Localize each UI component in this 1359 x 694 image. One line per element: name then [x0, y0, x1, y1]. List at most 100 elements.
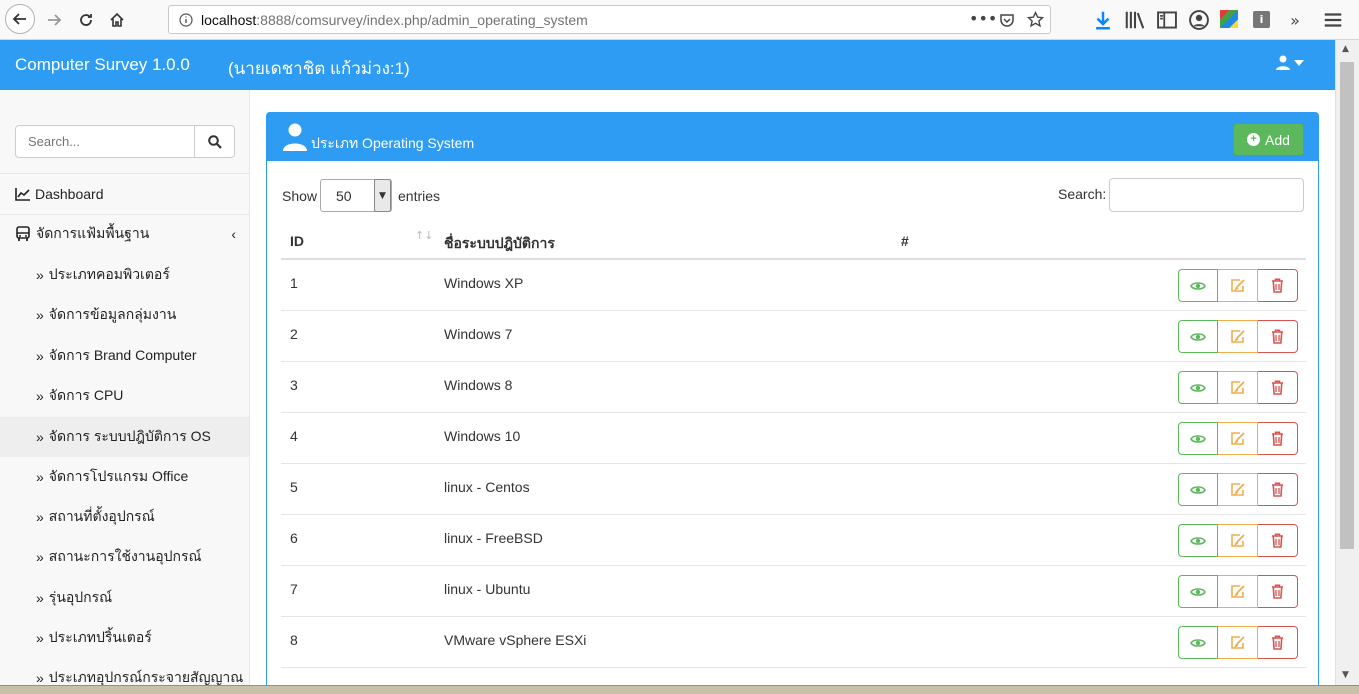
eye-icon [1190, 536, 1206, 545]
cell-id: 7 [290, 581, 298, 597]
delete-button[interactable] [1258, 473, 1298, 506]
delete-button[interactable] [1258, 269, 1298, 302]
sidebar-search-button[interactable] [194, 126, 234, 157]
extension-icon[interactable] [1220, 10, 1238, 28]
app-title[interactable]: Computer Survey 1.0.0 [15, 55, 190, 75]
bus-icon [16, 226, 30, 241]
double-chevron-right-icon: » [36, 267, 44, 283]
delete-button[interactable] [1258, 371, 1298, 404]
double-chevron-right-icon: » [36, 590, 44, 606]
edit-button[interactable] [1218, 575, 1258, 608]
forward-button[interactable] [40, 6, 68, 34]
sidebar-item-status[interactable]: » สถานะการใช้งานอุปกรณ์ [0, 537, 249, 577]
edit-button[interactable] [1218, 524, 1258, 557]
download-icon[interactable] [1092, 9, 1114, 31]
reload-button[interactable] [72, 6, 100, 34]
row-actions [1178, 626, 1298, 659]
delete-button[interactable] [1258, 575, 1298, 608]
trash-icon [1272, 329, 1283, 344]
address-bar[interactable]: localhost:8888/comsurvey/index.php/admin… [168, 5, 1051, 34]
add-button[interactable]: + Add [1233, 123, 1304, 156]
view-button[interactable] [1178, 524, 1218, 557]
sidebar-item-location[interactable]: » สถานที่ตั้งอุปกรณ์ [0, 497, 249, 537]
cell-id: 3 [290, 377, 298, 393]
edit-icon [1230, 636, 1245, 649]
delete-button[interactable] [1258, 422, 1298, 455]
table-search-input[interactable] [1109, 178, 1304, 212]
edit-button[interactable] [1218, 320, 1258, 353]
search-icon [207, 134, 222, 149]
sidebar-item-office[interactable]: » จัดการโปรแกรม Office [0, 457, 249, 497]
sidebar-item-cpu[interactable]: » จัดการ CPU [0, 376, 249, 416]
sidebar-section-master-data[interactable]: จัดการแฟ้มพื้นฐาน ‹ [0, 214, 249, 254]
trash-icon [1272, 482, 1283, 497]
scroll-up-icon[interactable]: ▲ [1342, 44, 1349, 54]
sidebar-item-computer-type[interactable]: » ประเภทคอมพิวเตอร์ [0, 255, 249, 295]
page-scrollbar[interactable]: ▲ ▼ [1335, 40, 1359, 685]
trash-icon [1272, 431, 1283, 446]
sidebar-item-brand[interactable]: » จัดการ Brand Computer [0, 336, 249, 376]
back-button[interactable] [5, 4, 35, 34]
sidebar-item-label: ประเภทคอมพิวเตอร์ [48, 266, 170, 282]
table-row: 6 linux - FreeBSD [281, 515, 1306, 566]
scroll-down-icon[interactable]: ▼ [1342, 670, 1349, 680]
reader-extension-icon[interactable]: i [1253, 11, 1270, 28]
column-header-name[interactable]: ชื่อระบบปฎิบัติการ [444, 233, 555, 255]
delete-button[interactable] [1258, 524, 1298, 557]
sidebar-item-network-device-type[interactable]: » ประเภทอุปกรณ์กระจายสัญญาณ [0, 658, 249, 685]
delete-button[interactable] [1258, 320, 1298, 353]
browser-toolbar: localhost:8888/comsurvey/index.php/admin… [0, 0, 1359, 40]
main-content: ประเภท Operating System + Add Show 50 ▼ … [250, 90, 1335, 694]
delete-button[interactable] [1258, 626, 1298, 659]
hamburger-menu-icon[interactable] [1322, 9, 1344, 31]
edit-button[interactable] [1218, 269, 1258, 302]
sort-icon[interactable]: ↑↓ [415, 229, 433, 242]
home-icon [110, 12, 124, 27]
view-button[interactable] [1178, 626, 1218, 659]
view-button[interactable] [1178, 269, 1218, 302]
entries-select[interactable]: 50 ▼ [320, 179, 392, 212]
chevron-left-icon: ‹ [231, 226, 236, 242]
caret-down-icon [1294, 59, 1304, 66]
edit-button[interactable] [1218, 626, 1258, 659]
info-icon[interactable] [179, 13, 193, 27]
sidebar-search-input[interactable] [16, 126, 196, 157]
double-chevron-right-icon: » [36, 630, 44, 646]
edit-button[interactable] [1218, 422, 1258, 455]
home-button[interactable] [103, 6, 131, 34]
sidebar-item-label: รุ่นอุปกรณ์ [48, 589, 113, 605]
trash-icon [1272, 278, 1283, 293]
overflow-chevron-icon[interactable]: » [1284, 9, 1306, 31]
add-button-label: Add [1265, 131, 1290, 148]
url-host: localhost [201, 12, 257, 28]
cell-id: 6 [290, 530, 298, 546]
edit-button[interactable] [1218, 473, 1258, 506]
sidebar-item-printer-type[interactable]: » ประเภทปริ้นเตอร์ [0, 618, 249, 658]
edit-button[interactable] [1218, 371, 1258, 404]
account-icon[interactable] [1188, 9, 1210, 31]
scroll-thumb[interactable] [1340, 62, 1354, 549]
view-button[interactable] [1178, 320, 1218, 353]
view-button[interactable] [1178, 422, 1218, 455]
sidebar-item-os[interactable]: » จัดการ ระบบปฎิบัติการ OS [0, 417, 249, 457]
sidebar-item-model[interactable]: » รุ่นอุปกรณ์ [0, 578, 249, 618]
library-icon[interactable] [1124, 9, 1146, 31]
pocket-icon[interactable] [999, 12, 1015, 28]
sidebar-toggle-icon[interactable] [1156, 9, 1178, 31]
sidebar-item-workgroup[interactable]: » จัดการข้อมูลกลุ่มงาน [0, 295, 249, 335]
page-actions-icon[interactable]: ••• [969, 9, 997, 28]
sidebar-item-label: จัดการโปรแกรม Office [48, 468, 189, 484]
column-header-id[interactable]: ID [290, 233, 304, 249]
eye-icon [1190, 332, 1206, 341]
view-button[interactable] [1178, 371, 1218, 404]
row-actions [1178, 422, 1298, 455]
view-button[interactable] [1178, 575, 1218, 608]
star-icon[interactable] [1027, 11, 1044, 28]
double-chevron-right-icon: » [36, 348, 44, 364]
cell-os-name: Windows 8 [444, 377, 513, 393]
user-menu-toggle[interactable] [1276, 55, 1304, 70]
edit-icon [1230, 381, 1245, 394]
arrow-right-icon [48, 14, 62, 26]
view-button[interactable] [1178, 473, 1218, 506]
sidebar-item-dashboard[interactable]: Dashboard [0, 174, 249, 214]
